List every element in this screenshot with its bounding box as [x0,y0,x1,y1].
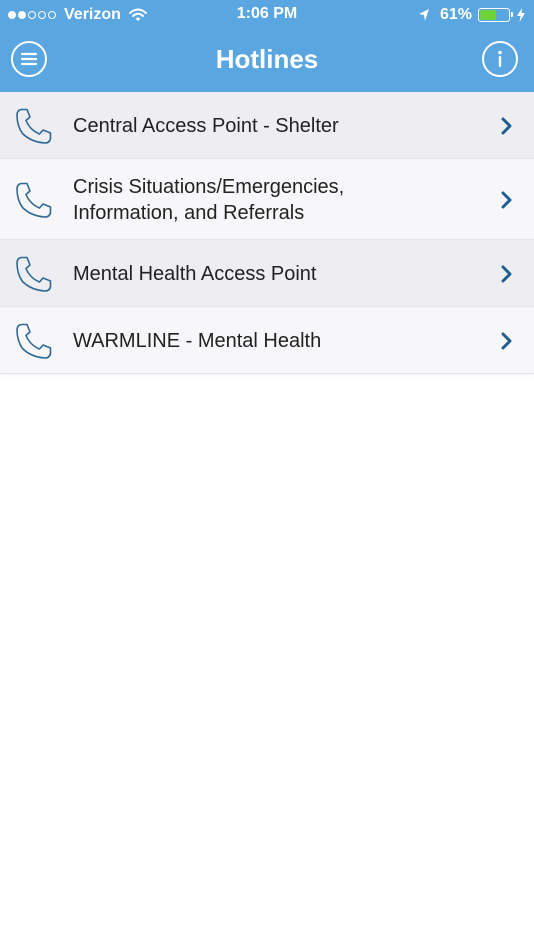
hotline-row[interactable]: Crisis Situations/Emergencies, Informatio… [0,159,534,240]
hotline-label-line: WARMLINE - Mental Health [73,330,322,352]
hotline-row[interactable]: Mental Health Access Point [0,240,534,307]
hotline-label: Central Access Point - Shelter [73,113,474,139]
chevron-right-icon [501,265,512,283]
hotline-label-line: Mental Health Access Point [73,263,317,285]
battery-icon [478,8,513,22]
phone-icon [16,323,52,359]
status-right: 61% [418,5,526,25]
chevron-right-icon [501,117,512,135]
hotline-label-line: Crisis Situations/Emergencies, [73,176,345,198]
chevron-right-icon [501,191,512,209]
hotline-label: WARMLINE - Mental Health [73,328,474,354]
chevron-right-icon [501,332,512,350]
location-arrow-icon [418,9,429,21]
phone-icon [16,256,52,292]
phone-icon [16,108,52,144]
info-button[interactable] [482,41,518,77]
hotlines-screen: Verizon 1:06 PM 61% Hotlines Central Acc… [0,0,534,950]
hotline-label: Crisis Situations/Emergencies, Informatio… [73,174,474,226]
hotline-label: Mental Health Access Point [73,261,474,287]
battery-level-fill [480,10,497,20]
info-icon [498,50,502,67]
phone-icon [16,182,52,218]
hotline-row[interactable]: WARMLINE - Mental Health [0,307,534,374]
hotline-list: Central Access Point - Shelter Crisis Sit… [0,92,534,374]
status-bar: Verizon 1:06 PM 61% [0,0,534,30]
hotline-label-line: Central Access Point - Shelter [73,115,339,137]
hotline-row[interactable]: Central Access Point - Shelter [0,92,534,159]
navigation-bar: Hotlines [0,30,534,92]
charging-bolt-icon [517,8,525,22]
hotline-label-line: Information, and Referrals [73,202,305,224]
app-header: Verizon 1:06 PM 61% Hotlines [0,0,534,92]
battery-percent: 61% [439,6,472,23]
page-title: Hotlines [215,44,319,74]
